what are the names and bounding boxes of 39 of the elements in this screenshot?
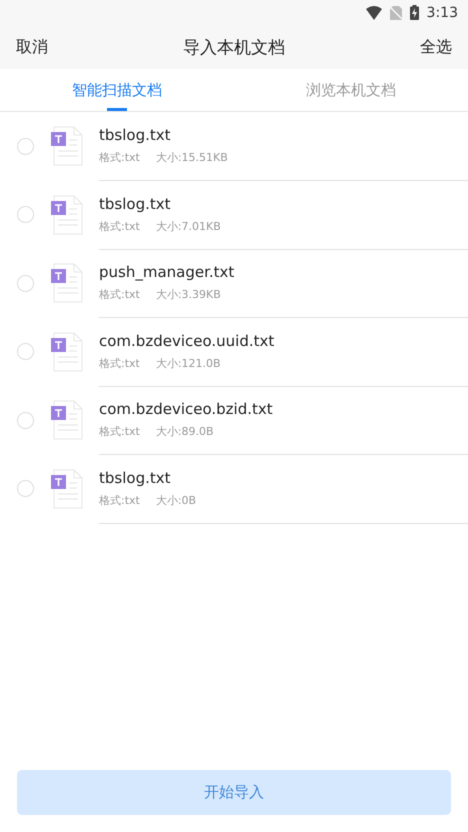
radio-button[interactable] xyxy=(17,206,34,224)
file-format: 格式:txt xyxy=(99,356,140,371)
file-name: tbslog.txt xyxy=(99,468,172,487)
file-size: 大小:15.51KB xyxy=(156,150,228,166)
select-all-button[interactable]: 全选 xyxy=(420,36,452,58)
file-size: 大小:7.01KB xyxy=(156,218,221,234)
radio-button[interactable] xyxy=(17,138,34,155)
file-size: 大小:89.0B xyxy=(156,424,214,440)
file-format: 格式:txt xyxy=(99,287,140,302)
no-sim-icon xyxy=(390,6,402,20)
file-name: push_manager.txt xyxy=(99,263,236,282)
text-file-icon xyxy=(51,332,83,372)
file-name: tbslog.txt xyxy=(99,126,172,144)
status-time: 3:13 xyxy=(426,4,458,20)
page-title: 导入本机文档 xyxy=(183,36,285,58)
tab[interactable]: 浏览本机文档 xyxy=(234,69,468,111)
text-file-icon xyxy=(51,263,83,304)
file-size: 大小:121.0B xyxy=(156,356,221,371)
file-format: 格式:txt xyxy=(99,424,140,440)
file-name: com.bzdeviceo.bzid.txt xyxy=(99,400,274,418)
tab[interactable]: 智能扫描文档 xyxy=(0,69,234,111)
file-format: 格式:txt xyxy=(99,150,140,166)
file-format: 格式:txt xyxy=(99,492,140,508)
file-name: tbslog.txt xyxy=(99,194,172,213)
text-file-icon xyxy=(51,468,83,509)
file-name: com.bzdeviceo.uuid.txt xyxy=(99,332,276,350)
radio-button[interactable] xyxy=(17,412,34,429)
battery-charging-icon xyxy=(410,5,419,20)
file-size: 大小:0B xyxy=(156,492,196,508)
cancel-button[interactable]: 取消 xyxy=(16,36,48,58)
text-file-icon xyxy=(51,400,83,440)
radio-button[interactable] xyxy=(17,274,34,292)
text-file-icon xyxy=(51,126,83,166)
radio-button[interactable] xyxy=(17,343,34,360)
file-format: 格式:txt xyxy=(99,218,140,234)
radio-button[interactable] xyxy=(17,480,34,498)
text-file-icon xyxy=(51,194,83,235)
wifi-icon xyxy=(366,6,382,20)
file-size: 大小:3.39KB xyxy=(156,287,221,302)
